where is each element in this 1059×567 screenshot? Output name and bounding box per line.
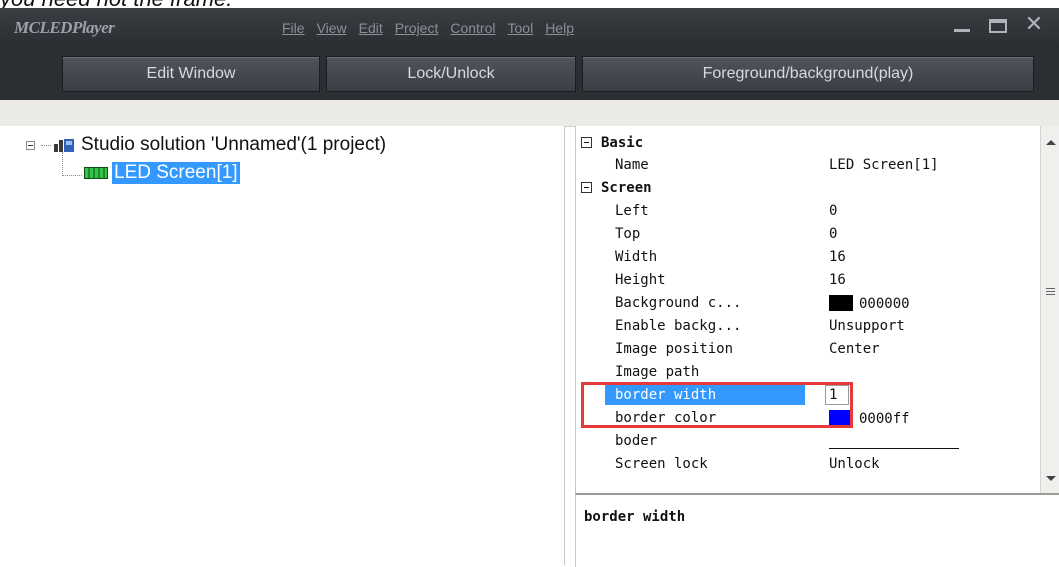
led-screen-icon: [84, 167, 108, 179]
category-basic[interactable]: Basic: [575, 132, 1041, 155]
collapse-icon[interactable]: [581, 182, 592, 193]
menu-control[interactable]: Control: [450, 20, 495, 36]
app-title: MCLEDPlayer: [14, 18, 115, 37]
menu-help[interactable]: Help: [545, 20, 574, 36]
annotation-highlight-box: [581, 382, 853, 428]
tree-item-label: LED Screen[1]: [112, 162, 240, 184]
studio-icon: [53, 136, 75, 154]
minimize-icon[interactable]: [951, 14, 973, 36]
property-row-image-path[interactable]: Image path: [575, 361, 1041, 384]
lock-unlock-button[interactable]: Lock/Unlock: [326, 56, 576, 92]
property-row-name[interactable]: Name LED Screen[1]: [575, 154, 1041, 177]
property-scrollbar[interactable]: [1040, 126, 1059, 493]
property-row-height[interactable]: Height 16: [575, 269, 1041, 292]
scroll-down-icon[interactable]: [1046, 476, 1056, 481]
collapse-icon[interactable]: [26, 140, 35, 150]
menu-bar: File View Edit Project Control Tool Help: [282, 20, 574, 36]
maximize-icon[interactable]: [987, 14, 1009, 36]
collapse-icon[interactable]: [581, 137, 592, 148]
solution-tree: Studio solution 'Unnamed'(1 project) LED…: [0, 126, 565, 565]
tree-root-item[interactable]: Studio solution 'Unnamed'(1 project): [26, 134, 386, 156]
color-swatch[interactable]: [829, 295, 853, 311]
menu-project[interactable]: Project: [395, 20, 439, 36]
edit-window-button[interactable]: Edit Window: [62, 56, 320, 92]
border-style-line: [829, 448, 959, 449]
scroll-grip-icon[interactable]: [1046, 288, 1055, 295]
menu-edit[interactable]: Edit: [359, 20, 383, 36]
property-grid: Basic Name LED Screen[1] Screen Left 0 T…: [575, 126, 1059, 493]
property-row-left[interactable]: Left 0: [575, 200, 1041, 223]
property-description-panel: border width: [575, 493, 1059, 567]
menu-tool[interactable]: Tool: [508, 20, 534, 36]
tree-connector: [41, 144, 51, 146]
property-row-screen-lock[interactable]: Screen lock Unlock: [575, 453, 1041, 476]
tree-root-label: Studio solution 'Unnamed'(1 project): [81, 134, 387, 155]
property-row-boder[interactable]: boder: [575, 430, 1041, 453]
menu-file[interactable]: File: [282, 20, 305, 36]
property-row-image-position[interactable]: Image position Center: [575, 338, 1041, 361]
window-controls: ✕: [951, 14, 1045, 36]
property-row-enable-background[interactable]: Enable backg... Unsupport: [575, 315, 1041, 338]
menu-view[interactable]: View: [317, 20, 347, 36]
property-row-width[interactable]: Width 16: [575, 246, 1041, 269]
toolbar-separator-band: [0, 100, 1059, 127]
property-row-top[interactable]: Top 0: [575, 223, 1041, 246]
property-row-background-color[interactable]: Background c... 000000: [575, 292, 1041, 315]
category-screen[interactable]: Screen: [575, 177, 1041, 200]
title-bar: MCLEDPlayer File View Edit Project Contr…: [0, 8, 1059, 46]
close-icon[interactable]: ✕: [1023, 14, 1045, 36]
tree-item-led-screen[interactable]: LED Screen[1]: [58, 162, 240, 184]
cropped-caption-text: you need not the frame.: [0, 0, 232, 11]
scroll-up-icon[interactable]: [1046, 140, 1056, 145]
toolbar: Edit Window Lock/Unlock Foreground/backg…: [0, 46, 1059, 100]
foreground-background-button[interactable]: Foreground/background(play): [582, 56, 1034, 92]
description-title: border width: [584, 509, 686, 525]
